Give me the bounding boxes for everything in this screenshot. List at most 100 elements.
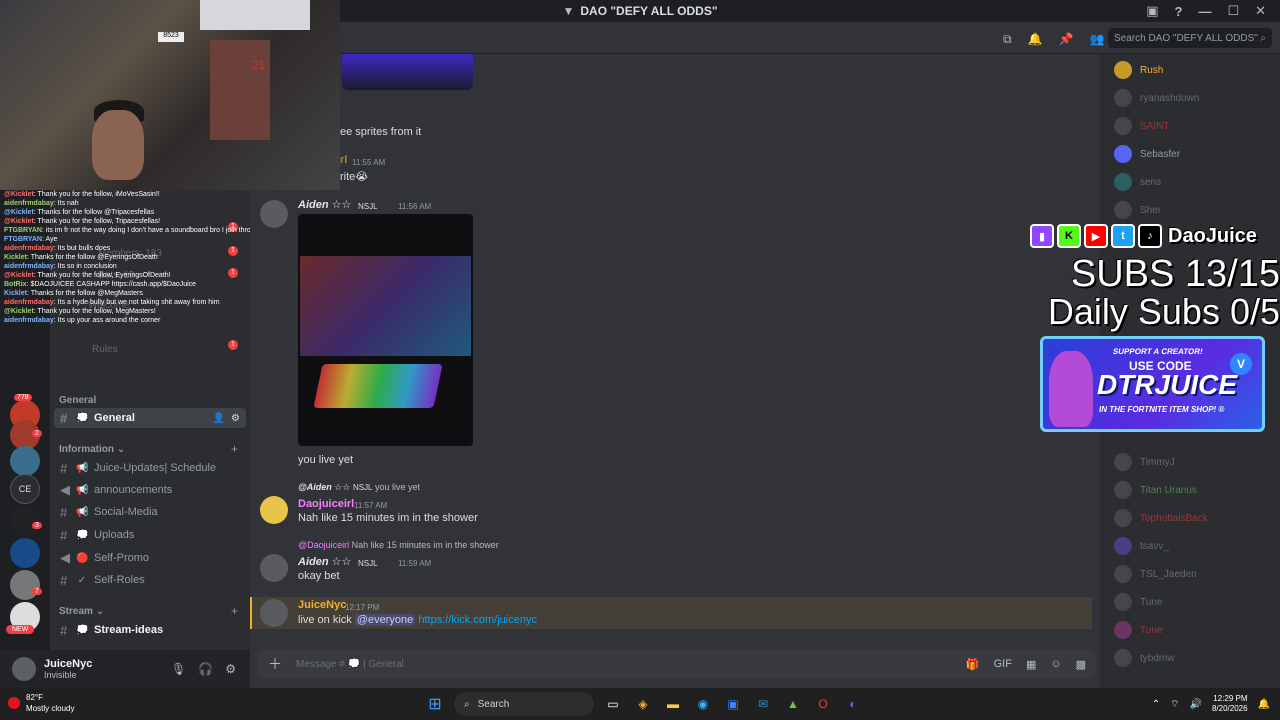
category-information[interactable]: Information ⌄ xyxy=(59,444,125,455)
pin-icon[interactable]: 📌 xyxy=(1059,32,1074,47)
maximize-button[interactable]: ☐ xyxy=(1227,3,1239,19)
microphone-icon[interactable]: 🎙 xyxy=(171,662,186,676)
members-icon[interactable]: 👥 xyxy=(1089,32,1104,47)
avatar xyxy=(1114,593,1132,611)
headphones-icon[interactable]: 🎧 xyxy=(198,662,213,676)
everyone-mention[interactable]: @everyone xyxy=(354,614,416,626)
avatar[interactable] xyxy=(260,200,288,228)
gif-icon[interactable]: GIF xyxy=(994,658,1012,671)
inbox-icon[interactable]: ▣ xyxy=(1146,3,1158,19)
server-avatar[interactable] xyxy=(10,570,40,600)
member-item[interactable]: Tune xyxy=(1114,592,1162,612)
threads-icon[interactable]: ⧉ xyxy=(1003,32,1012,47)
member-item[interactable]: ryanashdown xyxy=(1114,88,1199,108)
settings-gear-icon[interactable]: ⚙ xyxy=(225,662,236,676)
settings-gear-icon[interactable]: ⚙ xyxy=(231,413,240,424)
invite-icon[interactable]: 👤 xyxy=(213,413,225,424)
clock[interactable]: 12:29 PM 8/20/2026 xyxy=(1212,694,1248,714)
bell-icon[interactable]: 🔔 xyxy=(1028,32,1043,47)
daily-subs-counter: Daily Subs 0/5 xyxy=(1047,291,1280,332)
member-item[interactable]: TimmyJ xyxy=(1114,452,1175,472)
member-item[interactable]: TophottalsBack xyxy=(1114,508,1208,528)
member-item[interactable]: Rush xyxy=(1114,60,1163,80)
reply-preview[interactable]: @Daojuiceirl Nah like 15 minutes im in t… xyxy=(298,540,499,550)
copilot-icon[interactable]: ◈ xyxy=(632,693,654,715)
file-explorer-icon[interactable]: ▬ xyxy=(662,693,684,715)
network-icon[interactable]: ⌔ xyxy=(1170,698,1179,711)
member-name: Sebasfer xyxy=(1140,148,1181,160)
member-item[interactable]: SAINT xyxy=(1114,116,1169,136)
help-icon[interactable]: ? xyxy=(1174,4,1182,19)
gift-icon[interactable]: 🎁 xyxy=(966,658,980,671)
chat-line: @Kicklet: Thanks for the follow @Tripace… xyxy=(0,208,250,217)
message-author[interactable]: Aiden ☆☆ xyxy=(298,555,351,568)
server-avatar[interactable] xyxy=(10,446,40,476)
server-avatar-ce[interactable]: CE xyxy=(10,474,40,504)
member-item[interactable]: Sebasfer xyxy=(1114,144,1180,164)
member-item[interactable]: tybdmw xyxy=(1114,648,1174,668)
member-item[interactable]: Sher xyxy=(1114,200,1161,220)
channel-uploads[interactable]: # 💭 Uploads xyxy=(54,525,246,545)
member-item[interactable]: Titan Uranus xyxy=(1114,480,1197,500)
message-author[interactable]: Daojuiceirl xyxy=(298,498,354,510)
emoji-icon[interactable]: ☺ xyxy=(1050,658,1061,671)
message-time: 11:57 AM xyxy=(354,501,388,510)
chat-text: : Its up your ass around the corner xyxy=(53,317,161,324)
message-list: ee sprites from it rl 11:55 AM rite😭 Aid… xyxy=(250,54,1100,650)
message-composer[interactable]: ＋ Message # 💭 | General 🎁 GIF ▦ ☺ ▩ xyxy=(258,650,1096,678)
channel-general[interactable]: # 💭 General 👤 ⚙ xyxy=(54,408,246,428)
weather-widget[interactable]: 82°F Mostly cloudy xyxy=(8,692,74,714)
megaphone-icon: 📢 xyxy=(76,506,89,518)
discord-icon[interactable]: ◐ xyxy=(842,693,864,715)
kick-link[interactable]: https://kick.com/juicenyc xyxy=(418,614,537,626)
notification-icon[interactable]: 🔔 xyxy=(1258,699,1270,710)
add-channel-icon[interactable]: + xyxy=(231,604,238,618)
chat-user: Kicklet xyxy=(4,290,27,297)
sticker-icon[interactable]: ▦ xyxy=(1026,658,1036,671)
chat-line: aidenfrmdabay: Its but bulls does xyxy=(0,244,250,253)
nvidia-icon[interactable]: ▲ xyxy=(782,693,804,715)
attachment-image[interactable] xyxy=(342,54,473,90)
apps-icon[interactable]: ▩ xyxy=(1076,658,1086,671)
server-avatar[interactable] xyxy=(10,538,40,568)
channel-social-media[interactable]: # 📢 Social-Media xyxy=(54,502,246,522)
avatar[interactable] xyxy=(12,657,36,681)
server-avatar[interactable] xyxy=(10,506,40,536)
volume-icon[interactable]: 🔊 xyxy=(1190,699,1202,710)
channel-announcements[interactable]: ◀ 📢 announcements xyxy=(54,480,246,500)
member-item[interactable]: sens xyxy=(1114,172,1161,192)
attachment-image[interactable] xyxy=(298,214,473,446)
member-item[interactable]: tsavv_ xyxy=(1114,536,1169,556)
new-badge: NEW xyxy=(6,625,35,634)
member-name: Rush xyxy=(1140,64,1164,76)
member-item[interactable]: Tune xyxy=(1114,620,1162,640)
channel-juice-updates[interactable]: # 📢 Juice-Updates| Schedule xyxy=(54,458,246,478)
avatar[interactable] xyxy=(260,599,288,627)
category-stream[interactable]: Stream ⌄ xyxy=(59,606,104,617)
add-channel-icon[interactable]: + xyxy=(231,442,238,456)
role-tag: NSJL xyxy=(358,559,378,568)
message-time: 11:59 AM xyxy=(398,559,432,568)
avatar[interactable] xyxy=(260,554,288,582)
close-button[interactable]: ✕ xyxy=(1255,3,1266,19)
discord-app: ▼ DAO "DEFY ALL ODDS" ▣ ? — ☐ ✕ 778 2 CE… xyxy=(0,0,1280,688)
store-icon[interactable]: ▣ xyxy=(722,693,744,715)
channel-self-roles[interactable]: # ✓ Self-Roles xyxy=(54,570,246,590)
minimize-button[interactable]: — xyxy=(1198,4,1211,19)
search-input[interactable]: Search DAO "DEFY ALL ODDS" ⌕ xyxy=(1108,28,1272,48)
outlook-icon[interactable]: ✉ xyxy=(752,693,774,715)
channel-stream-ideas[interactable]: # 💭 Stream-ideas xyxy=(54,620,246,640)
windows-start-icon[interactable]: ⊞ xyxy=(424,693,446,715)
reply-preview[interactable]: @Aiden ☆☆ NSJL you live yet xyxy=(298,482,420,493)
chevron-up-icon[interactable]: ⌃ xyxy=(1152,699,1160,710)
member-item[interactable]: TSL_Jaeden xyxy=(1114,564,1197,584)
edge-icon[interactable]: ◉ xyxy=(692,693,714,715)
avatar[interactable] xyxy=(260,496,288,524)
taskbar-search[interactable]: ⌕ Search xyxy=(454,692,594,716)
task-view-icon[interactable]: ▭ xyxy=(602,693,624,715)
message-author[interactable]: JuiceNyc xyxy=(298,599,346,611)
message-author[interactable]: Aiden ☆☆ xyxy=(298,198,351,211)
opera-icon[interactable]: O xyxy=(812,693,834,715)
channel-self-promo[interactable]: ◀ 🔴 Self-Promo xyxy=(54,548,246,568)
add-attachment-icon[interactable]: ＋ xyxy=(268,654,282,674)
